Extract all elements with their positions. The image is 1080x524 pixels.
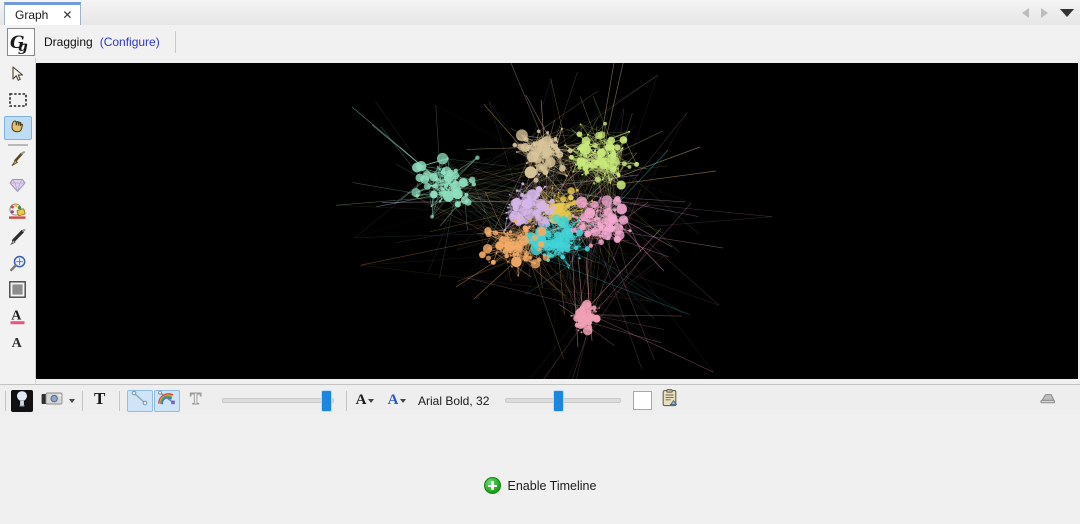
node-size-dropdown-caret[interactable]: [368, 398, 375, 403]
dragging-hand-tool[interactable]: [3, 116, 32, 140]
clipboard-icon: [661, 389, 679, 412]
interaction-mode-label: Dragging: [44, 34, 93, 49]
chevron-down-icon[interactable]: [1060, 8, 1074, 17]
bottom-separator-3: [346, 390, 347, 411]
font-label[interactable]: Arial Bold, 32: [418, 394, 489, 408]
label-color-tool[interactable]: A: [4, 306, 32, 330]
color-palette-icon: [8, 203, 27, 225]
chevron-right-icon[interactable]: [1041, 7, 1048, 18]
dashed-rectangle-icon: [8, 92, 27, 112]
node-size-dropdown[interactable]: A: [354, 390, 376, 412]
label-size-slider-track: [505, 398, 622, 403]
graph-render: [336, 63, 772, 379]
show-labels-toggle[interactable]: [11, 389, 33, 412]
bottom-toolbar: T T A A Arial Bold, 32: [0, 384, 1080, 417]
bottom-separator-2: [119, 390, 120, 411]
letter-a-icon: A: [355, 392, 367, 408]
pencil-tool[interactable]: [4, 228, 32, 252]
edge-weight-slider-handle[interactable]: [322, 390, 331, 411]
footer-area: Enable Timeline: [0, 415, 1080, 524]
edge-color-toggle[interactable]: [154, 389, 180, 412]
label-color-dropdown-caret[interactable]: [400, 398, 407, 403]
node-color-tool[interactable]: [4, 280, 32, 304]
label-size-tool[interactable]: A: [4, 332, 32, 356]
palette-separator: [7, 144, 28, 146]
bottom-separator-1: [82, 390, 83, 411]
tab-graph-label: Graph: [15, 8, 49, 22]
hand-icon: [9, 118, 26, 139]
bold-t-icon: T: [93, 389, 109, 412]
gray-square-icon: [9, 281, 26, 303]
label-attributes-button[interactable]: [659, 389, 681, 412]
enable-timeline-button[interactable]: Enable Timeline: [0, 477, 1080, 494]
diamond-icon: [9, 178, 26, 198]
edge-line-icon: [131, 390, 149, 411]
screenshot-button[interactable]: [40, 390, 64, 412]
tab-strip: Graph ✕: [0, 0, 1080, 26]
eraser-icon: [1037, 391, 1057, 411]
left-tool-palette: A A: [0, 58, 36, 384]
letter-a-underline-icon: A: [9, 307, 26, 330]
edge-weight-slider-track: [222, 398, 334, 403]
svg-text:T: T: [190, 390, 202, 407]
painter-tool[interactable]: [4, 202, 32, 226]
letter-a-icon: A: [9, 334, 26, 355]
edge-visibility-toggle[interactable]: [127, 389, 153, 412]
configure-link[interactable]: (Configure): [100, 35, 160, 49]
bottom-separator-0: [5, 390, 6, 411]
label-color-dropdown[interactable]: A: [386, 390, 408, 412]
edge-weight-slider[interactable]: [222, 390, 334, 412]
gephi-graph-window: Graph ✕ G g Dragging (Configure) A A T T…: [0, 0, 1080, 524]
svg-text:A: A: [12, 336, 23, 350]
camera-icon: [41, 391, 63, 411]
paintbrush-icon: [9, 151, 26, 173]
node-labels-button[interactable]: T: [90, 389, 112, 412]
cursor-arrow-icon: [11, 65, 25, 87]
main-area: A A: [0, 58, 1080, 384]
label-size-slider-handle[interactable]: [554, 390, 564, 411]
edge-labels-button[interactable]: T: [186, 388, 208, 412]
green-plus-icon: [483, 477, 501, 494]
svg-text:T: T: [94, 390, 106, 407]
top-toolbar: G g Dragging (Configure): [0, 25, 1080, 59]
letter-a-blue-icon: A: [387, 392, 399, 408]
reset-button[interactable]: [1036, 390, 1058, 412]
selection-cursor-tool[interactable]: [4, 64, 32, 88]
graph-canvas[interactable]: [36, 63, 1078, 379]
close-icon[interactable]: ✕: [62, 9, 72, 21]
tab-nav-controls: [1022, 0, 1074, 25]
magnifier-icon: [9, 255, 27, 278]
pencil-icon: [9, 228, 26, 251]
shortest-path-tool[interactable]: [4, 176, 32, 200]
heatmap-tool[interactable]: [4, 254, 32, 278]
svg-text:g: g: [18, 39, 28, 54]
label-size-slider[interactable]: [505, 390, 622, 412]
screenshot-dropdown-caret[interactable]: [69, 398, 75, 403]
lightbulb-icon: [14, 390, 30, 412]
tab-graph[interactable]: Graph ✕: [4, 2, 82, 25]
chevron-left-icon[interactable]: [1022, 7, 1029, 18]
rainbow-edge-icon: [157, 390, 177, 411]
enable-timeline-label: Enable Timeline: [507, 478, 597, 493]
brush-tool[interactable]: [4, 150, 32, 174]
outline-t-icon: T: [189, 388, 205, 412]
label-color-swatch[interactable]: [633, 391, 653, 410]
toolbar-separator: [174, 30, 176, 53]
rectangle-selection-tool[interactable]: [4, 90, 32, 114]
gephi-logo: G g: [7, 27, 35, 56]
